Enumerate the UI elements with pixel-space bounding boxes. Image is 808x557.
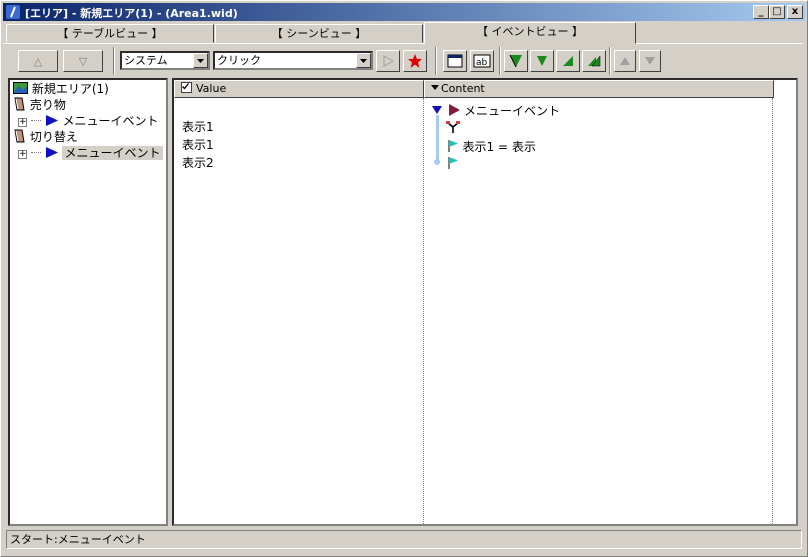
cyan-flag-icon	[448, 140, 458, 152]
delete-button[interactable]	[403, 50, 427, 72]
move-down-button[interactable]: ▽	[63, 50, 103, 72]
window-title: [エリア] - 新規エリア(1) - (Area1.wid)	[25, 7, 238, 20]
tree-child-menu-event-2[interactable]: + メニューイベント	[18, 145, 163, 161]
scroll-down-button[interactable]	[639, 50, 661, 72]
chevron-down-icon[interactable]	[356, 53, 371, 68]
tab-label: 【 テーブルビュー 】	[57, 27, 163, 40]
green-flag-icon	[588, 55, 601, 67]
tree-item-uri[interactable]: 売り物	[13, 97, 66, 113]
cyan-flag-icon	[448, 157, 458, 169]
up-triangle-icon	[620, 57, 630, 65]
assign-row[interactable]: 表示1 = 表示	[447, 138, 536, 155]
tab-label: 【 シーンビュー 】	[271, 27, 367, 40]
down-arrow-icon: ▽	[78, 54, 88, 68]
chevron-down-icon[interactable]	[193, 53, 208, 68]
close-icon: x	[791, 6, 799, 17]
window-icon	[447, 54, 463, 68]
down-triangle-icon	[645, 57, 655, 65]
up-arrow-icon: △	[33, 54, 43, 68]
column-header-content[interactable]: Content	[424, 80, 774, 98]
tab-label: 【 イベントビュー 】	[477, 25, 583, 38]
title-bar[interactable]: [エリア] - 新規エリア(1) - (Area1.wid) _ □ x	[3, 3, 805, 21]
column-divider	[772, 98, 773, 526]
category-select[interactable]: システム	[120, 51, 210, 70]
label-icon: ab	[473, 54, 491, 68]
minimize-button[interactable]: _	[753, 5, 769, 19]
maximize-icon: □	[772, 6, 782, 17]
assign-line: 表示1 = 表示	[462, 140, 536, 154]
end-row[interactable]	[447, 156, 459, 173]
green-flag-icon	[563, 56, 573, 66]
svg-text:ab: ab	[476, 58, 488, 68]
event-select[interactable]: クリック	[213, 51, 373, 70]
timeline-end-dot	[434, 159, 440, 165]
maroon-flag-icon	[448, 104, 460, 116]
green-flag-icon	[537, 56, 547, 66]
toolbar-separator	[113, 47, 115, 75]
minimize-icon: _	[758, 6, 764, 17]
object-icon	[14, 97, 25, 111]
tab-scene-view[interactable]: 【 シーンビュー 】	[215, 24, 423, 43]
close-button[interactable]: x	[787, 5, 803, 19]
area-tree[interactable]: 新規エリア(1) 売り物 + メニューイベント 切り替え + メニューイベント	[8, 78, 168, 526]
toolbar-separator	[435, 47, 437, 75]
event-title: メニューイベント	[464, 104, 561, 118]
delete-star-icon	[408, 54, 422, 68]
window-button[interactable]	[443, 50, 467, 72]
toolbar-separator	[609, 47, 611, 75]
flag-button-4[interactable]	[582, 50, 606, 72]
tab-table-view[interactable]: 【 テーブルビュー 】	[6, 24, 214, 43]
event-title-row[interactable]: メニューイベント	[431, 102, 560, 119]
tree-connector	[30, 120, 41, 121]
tree-root[interactable]: 新規エリア(1)	[13, 81, 109, 97]
event-timeline	[436, 115, 439, 163]
expand-icon[interactable]: +	[18, 118, 27, 127]
value-cell[interactable]: 表示1	[182, 119, 214, 135]
category-select-value: システム	[124, 54, 168, 67]
sort-down-icon	[431, 85, 439, 90]
label-button[interactable]: ab	[470, 50, 494, 72]
tree-root-label: 新規エリア(1)	[31, 82, 109, 96]
tree-child-label: メニューイベント	[62, 114, 159, 128]
tree-child-label-selected: メニューイベント	[62, 146, 163, 160]
flag-button-3[interactable]	[556, 50, 580, 72]
object-icon	[14, 129, 25, 143]
maximize-button[interactable]: □	[769, 5, 785, 19]
column-divider	[423, 98, 424, 526]
blue-arrow-icon	[45, 147, 58, 158]
toolbar-separator	[499, 47, 501, 75]
move-up-button[interactable]: △	[18, 50, 58, 72]
app-icon	[6, 5, 20, 19]
flag-button-2[interactable]	[530, 50, 554, 72]
play-icon	[383, 55, 395, 67]
tree-child-menu-event-1[interactable]: + メニューイベント	[18, 113, 159, 129]
branch-icon	[446, 121, 460, 133]
column-label: Content	[441, 82, 485, 95]
event-grid[interactable]: Value Content 表示1 表示1 表示2 メニューイベント 表示1 =…	[172, 78, 798, 526]
status-bar: スタート:メニューイベント	[6, 530, 802, 549]
value-cell[interactable]: 表示2	[182, 155, 214, 171]
tab-event-view[interactable]: 【 イベントビュー 】	[424, 22, 636, 44]
play-button[interactable]	[376, 50, 400, 72]
tree-item-kirikae[interactable]: 切り替え	[13, 129, 78, 145]
expand-icon[interactable]: +	[18, 150, 27, 159]
column-label: Value	[196, 82, 227, 95]
tree-connector	[30, 152, 41, 153]
tree-item-label: 売り物	[29, 98, 66, 112]
tree-item-label: 切り替え	[29, 130, 78, 144]
area-icon	[13, 82, 28, 94]
green-flag-icon	[509, 54, 522, 68]
column-header-value[interactable]: Value	[174, 80, 424, 98]
branch-row[interactable]	[445, 120, 461, 137]
flag-button-1[interactable]	[504, 50, 528, 72]
event-select-value: クリック	[217, 54, 261, 67]
scroll-up-button[interactable]	[614, 50, 636, 72]
checkbox[interactable]	[181, 82, 192, 93]
blue-arrow-icon	[45, 115, 58, 126]
value-cell[interactable]: 表示1	[182, 137, 214, 153]
